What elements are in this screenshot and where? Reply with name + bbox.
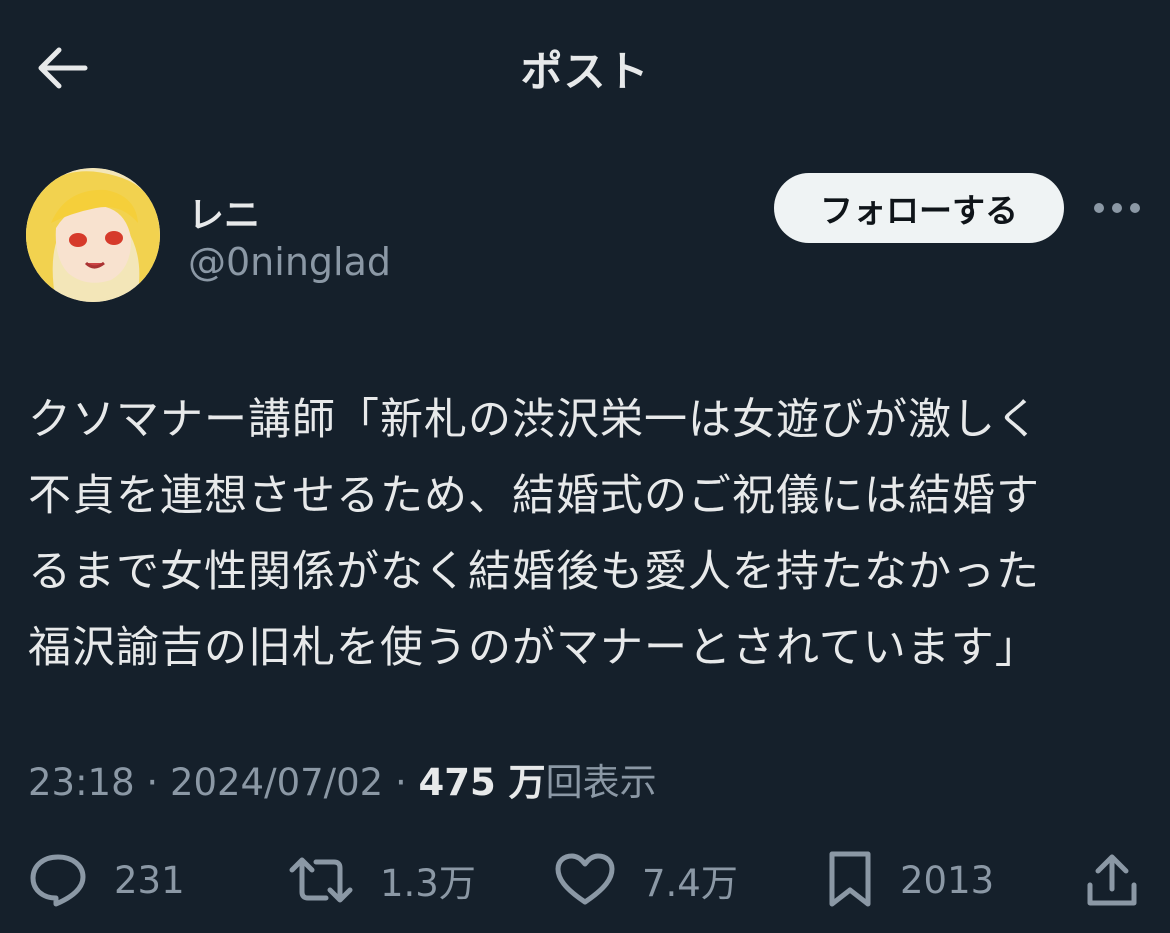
top-bar: ポスト — [0, 0, 1170, 140]
post-line: るまで女性関係がなく結婚後も愛人を持たなかった — [28, 547, 1040, 597]
repost-count: 1.3万 — [380, 862, 476, 905]
like-button[interactable]: 7.4万 — [554, 840, 738, 920]
author-display-name[interactable]: レニ — [188, 186, 260, 238]
reply-button[interactable]: 231 — [28, 840, 185, 920]
avatar[interactable] — [26, 168, 160, 302]
share-icon — [1087, 854, 1137, 906]
post-body: クソマナー講師「新札の渋沢栄一は女遊びが激しく 不貞を連想させるため、結婚式のご… — [28, 382, 1143, 686]
author-handle[interactable]: @0ninglad — [188, 240, 391, 284]
like-count: 7.4万 — [642, 862, 738, 905]
repost-icon — [289, 857, 353, 903]
bookmark-button[interactable]: 2013 — [826, 840, 994, 920]
bookmark-count: 2013 — [900, 858, 995, 902]
views-count[interactable]: 475 万 — [419, 761, 546, 804]
post-time[interactable]: 23:18 — [28, 761, 135, 804]
action-bar: 231 1.3万 7.4万 2013 — [0, 840, 1170, 920]
post-metadata: 23:18 · 2024/07/02 · 475 万回表示 — [28, 752, 657, 806]
repost-button[interactable]: 1.3万 — [288, 840, 476, 920]
share-button[interactable] — [1084, 840, 1166, 920]
reply-icon — [30, 854, 86, 907]
follow-button[interactable]: フォローする — [774, 173, 1064, 243]
avatar-image — [26, 168, 160, 302]
post-line: クソマナー講師「新札の渋沢栄一は女遊びが激しく — [28, 395, 1040, 445]
bookmark-icon — [829, 851, 871, 907]
post-line: 福沢諭吉の旧札を使うのがマナーとされています」 — [28, 623, 1039, 673]
meta-separator: · — [383, 761, 419, 804]
page-title: ポスト — [520, 47, 650, 96]
post-line: 不貞を連想させるため、結婚式のご祝儀には結婚す — [28, 471, 1040, 521]
views-label: 回表示 — [545, 761, 657, 804]
reply-count: 231 — [114, 858, 185, 902]
meta-separator: · — [134, 761, 170, 804]
more-button[interactable] — [1092, 192, 1142, 224]
post-date[interactable]: 2024/07/02 — [170, 761, 383, 804]
heart-icon — [555, 853, 615, 905]
more-horizontal-icon — [1094, 203, 1140, 213]
